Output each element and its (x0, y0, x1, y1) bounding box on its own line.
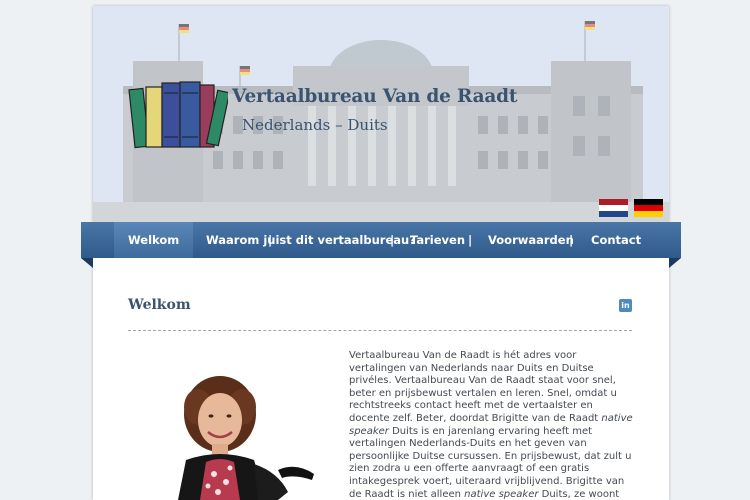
nav-item-contact[interactable]: Contact (591, 222, 641, 258)
nav-separator: | (569, 233, 574, 247)
portrait-photo (128, 352, 329, 500)
intro-emphasis-2: native speaker (464, 488, 539, 500)
header-banner: Vertaalbureau Van de Raadt Nederlands – … (93, 6, 669, 222)
linkedin-icon[interactable]: in (619, 299, 632, 312)
nav-item-waarom[interactable]: Waarom juist dit vertaalbureau? (206, 222, 416, 258)
nav-item-welkom[interactable]: Welkom (114, 222, 194, 258)
brand-subtitle: Nederlands – Duits (242, 116, 388, 134)
intro-paragraph: Vertaalbureau Van de Raadt is hét adres … (349, 350, 635, 500)
dutch-flag-icon[interactable] (599, 199, 628, 217)
main-nav: Welkom | Waarom juist dit vertaalbureau?… (81, 222, 681, 258)
brand-title: Vertaalbureau Van de Raadt (232, 86, 518, 107)
nav-item-tarieven[interactable]: Tarieven (410, 222, 465, 258)
intro-text-1: Vertaalbureau Van de Raadt is hét adres … (349, 350, 617, 424)
nav-separator: | (468, 233, 473, 247)
content-divider (128, 330, 632, 331)
german-flag-icon[interactable] (634, 199, 663, 217)
nav-fold-right (669, 258, 681, 268)
nav-separator: | (390, 233, 395, 247)
nav-fold-left (81, 258, 93, 268)
nav-item-voorwaarden[interactable]: Voorwaarden (488, 222, 574, 258)
page-title: Welkom (128, 297, 191, 313)
books-logo-icon (128, 81, 228, 149)
